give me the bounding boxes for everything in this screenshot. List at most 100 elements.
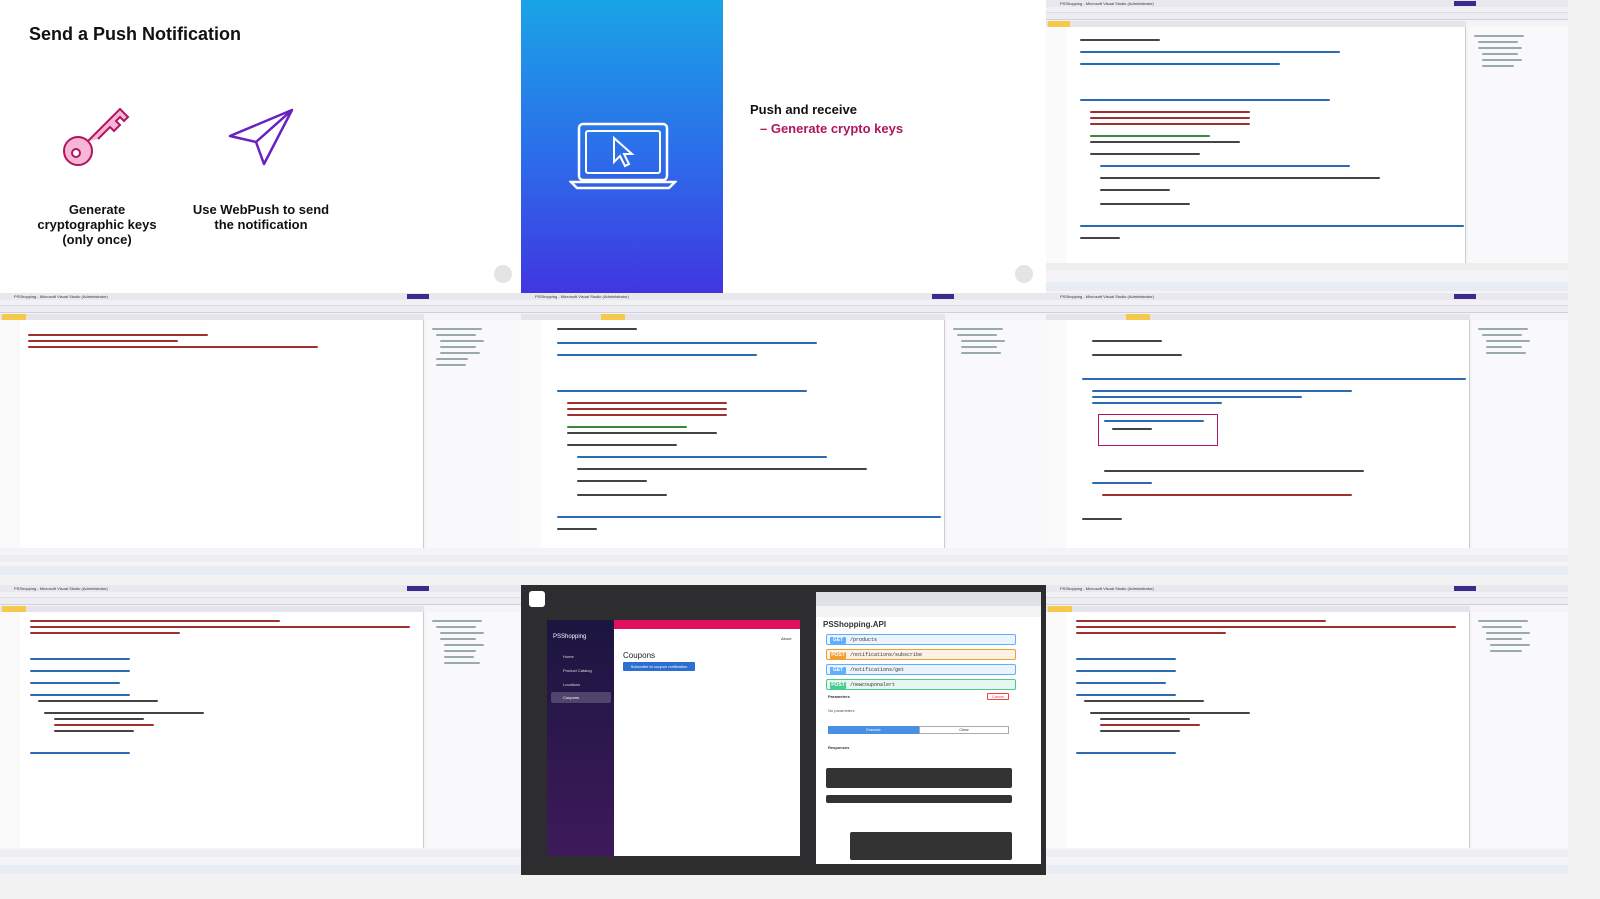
nav-product-catalog[interactable]: Product Catalog <box>563 668 592 673</box>
push-receive-heading: Push and receive <box>750 102 857 117</box>
app-sidebar: PSShopping Home Product Catalog Location… <box>547 620 614 856</box>
swagger-title: PSShopping.API <box>823 620 887 629</box>
browser-tabbar <box>816 592 1041 606</box>
vs-toolbar[interactable] <box>1046 306 1568 313</box>
vs-badge <box>1454 586 1476 591</box>
op-get-notifications[interactable]: GET /notifications/get <box>826 664 1016 675</box>
solution-explorer[interactable] <box>426 320 521 548</box>
caption-webpush: Use WebPush to send the notification <box>192 202 330 232</box>
request-url-block <box>826 795 1012 803</box>
vs-badge <box>1454 1 1476 6</box>
slide-push-notification: Send a Push Notification Generate crypto… <box>0 0 521 293</box>
vs-toolbar[interactable] <box>1046 13 1568 20</box>
status-bar <box>521 555 1046 562</box>
method-badge: POST <box>830 682 846 689</box>
code-editor[interactable] <box>1046 612 1470 848</box>
status-bar <box>1046 555 1568 562</box>
status-bar <box>0 850 521 857</box>
no-parameters: No parameters <box>828 708 855 713</box>
op-path: /products <box>850 637 878 643</box>
op-path: /notifications/get <box>850 667 905 673</box>
slide-blue-laptop <box>521 0 723 293</box>
solution-explorer[interactable] <box>947 320 1046 548</box>
nav-home[interactable]: Home <box>563 654 574 659</box>
psshopping-app: PSShopping Home Product Catalog Location… <box>547 620 800 856</box>
solution-explorer[interactable] <box>1472 320 1568 548</box>
response-headers-block <box>850 832 1012 860</box>
nav-coupons-active[interactable]: Coupons <box>551 692 611 703</box>
op-path: /notifications/subscribe <box>850 652 923 658</box>
method-badge: POST <box>830 652 846 659</box>
slide-title: Send a Push Notification <box>29 24 242 44</box>
highlight-box <box>1098 414 1218 446</box>
vs-badge <box>1454 294 1476 299</box>
execute-button[interactable]: Execute <box>828 726 919 734</box>
op-post-subscribe[interactable]: POST /notifications/subscribe <box>826 649 1016 660</box>
nav-coupons-label: Coupons <box>563 695 580 700</box>
solution-explorer[interactable] <box>426 612 521 848</box>
cancel-button[interactable]: Cancel <box>987 693 1009 700</box>
paper-plane-icon <box>228 108 294 166</box>
thumbnail-grid: Send a Push Notification Generate crypto… <box>0 0 1600 899</box>
vs-title: PSShopping - Microsoft Visual Studio (Ad… <box>521 293 1046 300</box>
method-badge: GET <box>830 637 846 644</box>
code-editor[interactable] <box>521 320 945 548</box>
parameters-label: Parameters <box>828 694 850 699</box>
vs-window-1: PSShopping - Microsoft Visual Studio (Ad… <box>1046 0 1568 293</box>
taskbar <box>521 566 1046 575</box>
taskbar <box>1046 282 1568 291</box>
play-icon[interactable] <box>1015 265 1033 283</box>
caption-generate-keys: Generate cryptographic keys (only once) <box>37 202 157 247</box>
vs-toolbar[interactable] <box>0 598 521 605</box>
curl-block <box>826 768 1012 788</box>
taskbar <box>1046 566 1568 575</box>
vs-toolbar[interactable] <box>521 306 1046 313</box>
code-editor[interactable] <box>1046 320 1470 548</box>
vs-badge <box>932 294 954 299</box>
op-get-products[interactable]: GET /products <box>826 634 1016 645</box>
vs-window-3: PSShopping - Microsoft Visual Studio (Ad… <box>521 293 1046 575</box>
vs-window-5: PSShopping - Microsoft Visual Studio (Ad… <box>0 585 521 875</box>
status-bar <box>1046 263 1568 270</box>
key-icon <box>63 107 130 166</box>
address-bar[interactable] <box>816 606 1041 617</box>
responses-label: Responses <box>828 745 850 750</box>
taskbar <box>0 865 521 874</box>
solution-explorer[interactable] <box>1472 612 1568 848</box>
vs-toolbar[interactable] <box>1046 598 1568 605</box>
vs-window-4: PSShopping - Microsoft Visual Studio (Ad… <box>1046 293 1568 575</box>
solution-explorer[interactable] <box>1468 27 1568 263</box>
slide-push-receive: Push and receive – Generate crypto keys <box>723 0 1046 293</box>
taskbar <box>1046 865 1568 874</box>
taskbar <box>0 566 521 575</box>
vs-title: PSShopping - Microsoft Visual Studio (Ad… <box>1046 0 1568 7</box>
vs-toolbar[interactable] <box>0 306 521 313</box>
vs-title: PSShopping - Microsoft Visual Studio (Ad… <box>0 293 521 300</box>
app-icon[interactable] <box>529 591 545 607</box>
play-icon[interactable] <box>494 265 512 283</box>
about-link[interactable]: About <box>781 636 791 641</box>
op-post-newcouponalert[interactable]: POST /newcouponalert <box>826 679 1016 690</box>
vs-window-6: PSShopping - Microsoft Visual Studio (Ad… <box>1046 585 1568 875</box>
code-editor[interactable] <box>0 612 424 848</box>
vs-badge <box>407 294 429 299</box>
method-badge: GET <box>830 667 846 674</box>
bullet-generate-keys: – Generate crypto keys <box>760 121 904 136</box>
bullet-text: Generate crypto keys <box>770 121 904 136</box>
vs-title: PSShopping - Microsoft Visual Studio (Ad… <box>1046 585 1568 592</box>
vs-title: PSShopping - Microsoft Visual Studio (Ad… <box>1046 293 1568 300</box>
vs-window-2: PSShopping - Microsoft Visual Studio (Ad… <box>0 293 521 575</box>
code-editor[interactable] <box>0 320 424 548</box>
vs-badge <box>407 586 429 591</box>
subscribe-button[interactable]: Subscribe to coupon notification <box>623 662 695 671</box>
status-bar <box>0 555 521 562</box>
op-path: /newcouponalert <box>850 682 896 688</box>
code-editor[interactable] <box>1046 27 1466 263</box>
status-bar <box>1046 850 1568 857</box>
clear-button[interactable]: Clear <box>919 726 1009 734</box>
laptop-cursor-icon <box>569 122 677 190</box>
nav-locations[interactable]: Locations <box>563 682 580 687</box>
app-brand: PSShopping <box>553 634 587 640</box>
vs-title: PSShopping - Microsoft Visual Studio (Ad… <box>0 585 521 592</box>
coupons-heading: Coupons <box>623 651 656 660</box>
